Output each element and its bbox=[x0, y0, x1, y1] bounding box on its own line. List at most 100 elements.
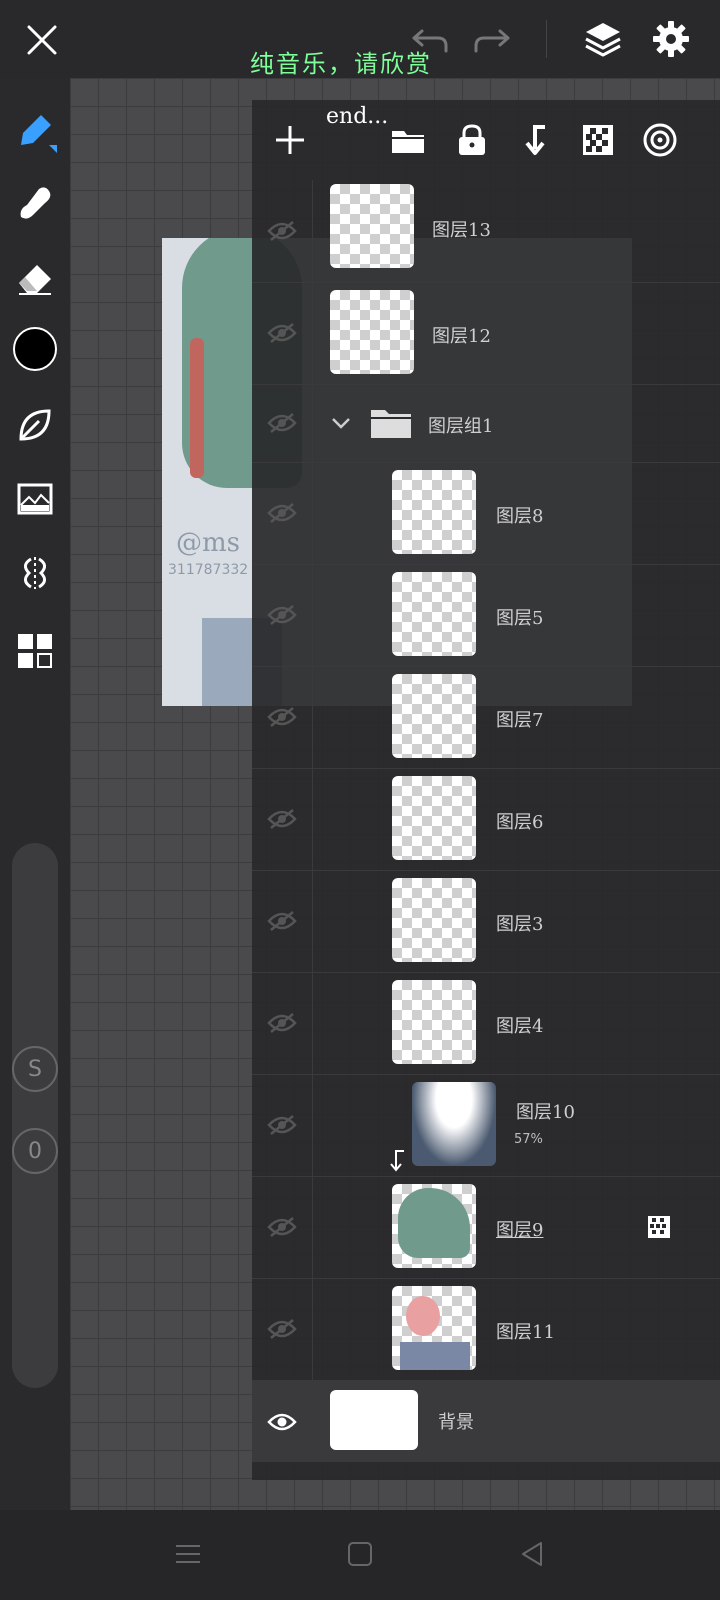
layer-name: 图层5 bbox=[496, 608, 544, 629]
layer-name: 图层4 bbox=[496, 1016, 544, 1037]
visibility-toggle[interactable] bbox=[252, 1176, 313, 1278]
eye-hidden-icon bbox=[267, 1013, 297, 1033]
size-slider[interactable] bbox=[12, 843, 58, 1388]
back-icon[interactable] bbox=[512, 1534, 552, 1574]
layer-name: 图层3 bbox=[496, 914, 544, 935]
menu-icon[interactable] bbox=[168, 1534, 208, 1574]
layer-name: 图层6 bbox=[496, 812, 544, 833]
adjustment-icon[interactable] bbox=[10, 474, 60, 524]
thumbnail-face bbox=[406, 1296, 440, 1336]
eraser-icon[interactable] bbox=[10, 252, 60, 302]
eye-hidden-icon bbox=[267, 1319, 297, 1339]
visibility-toggle[interactable] bbox=[252, 384, 313, 462]
transparency-icon[interactable] bbox=[576, 118, 620, 162]
layer-thumbnail bbox=[330, 184, 414, 268]
layer-row[interactable]: 图层6 bbox=[252, 768, 720, 871]
thumbnail-body bbox=[400, 1342, 470, 1370]
color-swatch[interactable] bbox=[12, 326, 58, 372]
folder-icon bbox=[368, 404, 414, 442]
brush-size-button[interactable]: S bbox=[12, 1046, 58, 1092]
symmetry-icon[interactable] bbox=[10, 548, 60, 598]
thumbnail-hair bbox=[398, 1188, 470, 1258]
layer-row[interactable]: 图层11 bbox=[252, 1278, 720, 1381]
gallery-grid-icon[interactable] bbox=[10, 626, 60, 676]
layer-group-row[interactable]: 图层组1 bbox=[252, 384, 720, 463]
background-layer-row[interactable]: 背景 bbox=[252, 1380, 720, 1462]
layer-thumbnail bbox=[392, 470, 476, 554]
lock-icon[interactable] bbox=[450, 118, 494, 162]
eye-hidden-icon bbox=[267, 1217, 297, 1237]
smudge-icon[interactable] bbox=[10, 178, 60, 228]
layer-row[interactable]: 图层5 bbox=[252, 564, 720, 667]
visibility-toggle[interactable] bbox=[252, 870, 313, 972]
visibility-toggle[interactable] bbox=[252, 282, 313, 384]
visibility-toggle[interactable] bbox=[252, 564, 313, 666]
visibility-toggle[interactable] bbox=[252, 666, 313, 768]
layer-name: 图层10 bbox=[516, 1102, 575, 1123]
top-bar: 纯音乐，请欣赏 bbox=[0, 0, 720, 78]
layer-thumbnail bbox=[392, 674, 476, 758]
alpha-lock-icon[interactable] bbox=[646, 1214, 672, 1240]
settings-gear-icon[interactable] bbox=[648, 16, 694, 62]
system-nav-bar bbox=[0, 1510, 720, 1600]
eye-visible-icon[interactable] bbox=[264, 1404, 300, 1440]
layer-thumbnail bbox=[392, 776, 476, 860]
new-folder-icon[interactable] bbox=[386, 118, 430, 162]
layer-row[interactable]: 图层9 bbox=[252, 1176, 720, 1279]
watermark-number: 311787332 bbox=[168, 562, 249, 578]
visibility-toggle[interactable] bbox=[252, 180, 313, 282]
layer-row[interactable]: 图层10 57% bbox=[252, 1074, 720, 1177]
opacity-button[interactable]: 0 bbox=[12, 1128, 58, 1174]
watermark-handle: @ms bbox=[176, 528, 240, 558]
blend-mode-icon[interactable] bbox=[638, 118, 682, 162]
brush-size-label: S bbox=[28, 1056, 42, 1082]
layer-thumbnail bbox=[392, 980, 476, 1064]
layer-row[interactable]: 图层8 bbox=[252, 462, 720, 565]
layer-thumbnail bbox=[330, 290, 414, 374]
layer-thumbnail bbox=[392, 1286, 476, 1370]
layer-row[interactable]: 图层4 bbox=[252, 972, 720, 1075]
eye-hidden-icon bbox=[267, 323, 297, 343]
tool-sidebar: S 0 bbox=[0, 78, 70, 1508]
home-icon[interactable] bbox=[340, 1534, 380, 1574]
merge-down-icon[interactable] bbox=[514, 118, 558, 162]
visibility-toggle[interactable] bbox=[252, 462, 313, 564]
divider bbox=[546, 20, 547, 58]
visibility-toggle[interactable] bbox=[252, 1278, 313, 1380]
group-name: 图层组1 bbox=[428, 416, 494, 437]
opacity-label: 0 bbox=[28, 1138, 42, 1164]
layers-panel-toolbar: end... bbox=[252, 100, 720, 180]
layer-row[interactable]: 图层3 bbox=[252, 870, 720, 973]
add-layer-icon[interactable] bbox=[268, 118, 312, 162]
close-icon[interactable] bbox=[20, 18, 64, 62]
redo-icon[interactable] bbox=[470, 18, 514, 62]
clipping-arrow-icon bbox=[386, 1148, 408, 1174]
eye-hidden-icon bbox=[267, 707, 297, 727]
layer-name: 图层12 bbox=[432, 326, 491, 347]
background-thumbnail bbox=[330, 1390, 418, 1450]
leaf-brush-icon[interactable] bbox=[10, 400, 60, 450]
eye-hidden-icon bbox=[267, 1115, 297, 1135]
layer-name: 背景 bbox=[438, 1412, 474, 1433]
layer-name: 图层13 bbox=[432, 220, 491, 241]
eye-hidden-icon bbox=[267, 221, 297, 241]
eye-hidden-icon bbox=[267, 911, 297, 931]
visibility-toggle[interactable] bbox=[252, 972, 313, 1074]
visibility-toggle[interactable] bbox=[252, 1074, 313, 1176]
layers-icon[interactable] bbox=[580, 16, 626, 62]
layer-row[interactable]: 图层13 bbox=[252, 180, 720, 283]
visibility-toggle[interactable] bbox=[252, 768, 313, 870]
layer-thumbnail bbox=[392, 572, 476, 656]
overlay-caption: 纯音乐，请欣赏 bbox=[250, 50, 432, 78]
layer-name: 图层9 bbox=[496, 1220, 544, 1241]
chevron-down-icon[interactable] bbox=[326, 408, 356, 438]
layer-name: 图层8 bbox=[496, 506, 544, 527]
layer-name: 图层7 bbox=[496, 710, 544, 731]
layer-row[interactable]: 图层12 bbox=[252, 282, 720, 385]
eye-hidden-icon bbox=[267, 809, 297, 829]
pencil-icon[interactable] bbox=[10, 106, 60, 156]
layer-row[interactable]: 图层7 bbox=[252, 666, 720, 769]
layer-thumbnail bbox=[392, 878, 476, 962]
layer-name: 图层11 bbox=[496, 1322, 555, 1343]
layer-opacity: 57% bbox=[514, 1132, 543, 1147]
